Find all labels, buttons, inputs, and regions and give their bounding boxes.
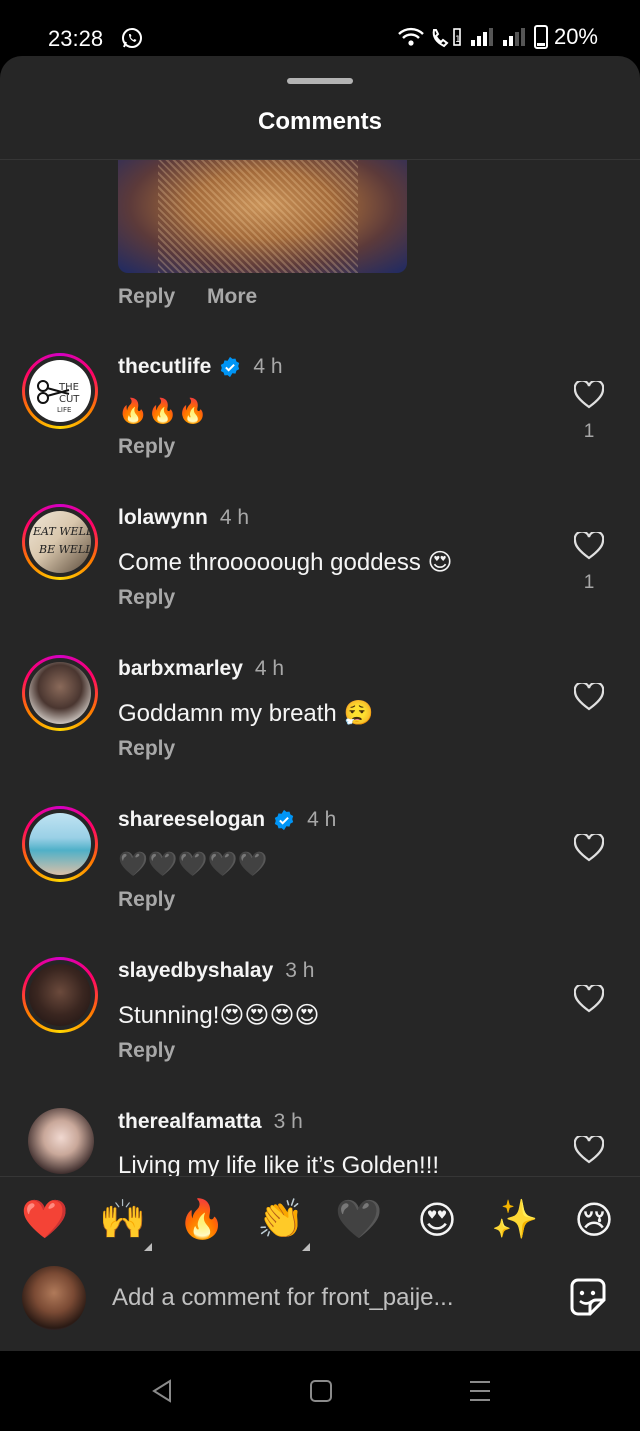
emoji-raising-hands[interactable]: 🙌	[98, 1195, 152, 1251]
comment-username[interactable]: therealfamatta	[118, 1110, 262, 1134]
system-nav-bar	[0, 1351, 640, 1431]
comment-time: 4 h	[254, 657, 285, 680]
emoji-black-heart[interactable]: 🖤	[334, 1195, 384, 1245]
divider	[0, 1176, 640, 1177]
comment-username[interactable]: slayedbyshalay	[118, 959, 273, 983]
avatar[interactable]: EAT WELL BE WELL	[22, 504, 98, 580]
like-count: 1	[583, 572, 595, 593]
recents-icon[interactable]	[466, 1377, 494, 1405]
heart-icon[interactable]	[574, 381, 604, 409]
comments-sheet: Comments Reply More THE CUT LIFE thecutl…	[0, 56, 640, 1351]
avatar[interactable]	[28, 1108, 94, 1174]
comment-item: barbxmarley 4 h Goddamn my breath 😮‍💨 Re…	[0, 655, 640, 806]
sheet-title: Comments	[257, 108, 383, 135]
status-time: 23:28	[48, 26, 104, 51]
heart-icon[interactable]	[574, 683, 604, 711]
heart-icon[interactable]	[574, 1136, 604, 1164]
comment-text: Stunning!😍😍😍😍	[118, 1002, 320, 1029]
home-icon[interactable]	[307, 1377, 335, 1405]
wifi-calling-icon: 1	[432, 28, 461, 48]
verified-badge-icon	[274, 809, 294, 831]
svg-text:THE: THE	[58, 382, 79, 393]
emoji-quick-bar: ❤️ 🙌 🔥 👏 🖤 😍 ✨ 😢	[0, 1191, 640, 1251]
comment-username[interactable]: barbxmarley	[118, 657, 243, 681]
reply-button[interactable]: Reply	[118, 888, 175, 912]
comment-item: EAT WELL BE WELL lolawynn 4 h Come throo…	[0, 504, 640, 655]
back-icon[interactable]	[148, 1377, 176, 1405]
comment-text: Come throoooough goddess 😍	[118, 549, 453, 576]
comment-username[interactable]: thecutlife	[118, 355, 211, 379]
reply-button[interactable]: Reply	[118, 586, 175, 610]
wifi-icon	[398, 27, 424, 46]
comment-username[interactable]: lolawynn	[118, 506, 208, 530]
sticker-icon[interactable]	[566, 1276, 610, 1320]
emoji-heart-eyes[interactable]: 😍	[412, 1195, 462, 1245]
svg-text:LIFE: LIFE	[57, 406, 71, 414]
drag-handle[interactable]	[287, 78, 353, 84]
comments-list[interactable]: Reply More THE CUT LIFE thecutlife 4 h 🔥…	[0, 160, 640, 1176]
emoji-heart[interactable]: ❤️	[20, 1195, 70, 1245]
comment-input[interactable]: Add a comment for front_paije...	[112, 1284, 454, 1312]
comment-item: therealfamatta 3 h Living my life like i…	[0, 1108, 640, 1176]
comment-time: 4 h	[307, 808, 337, 831]
emoji-clapping[interactable]: 👏	[256, 1195, 310, 1251]
status-bar: 23:28 1 20%	[0, 0, 640, 64]
comment-time: 4 h	[253, 355, 283, 378]
comment-text: 🖤🖤🖤🖤🖤	[118, 851, 268, 878]
previous-comment-actions: Reply More	[118, 285, 283, 309]
comment-time: 3 h	[285, 959, 315, 982]
heart-icon[interactable]	[574, 985, 604, 1013]
more-button[interactable]: More	[207, 285, 257, 308]
svg-text:EAT WELL: EAT WELL	[32, 525, 91, 538]
like-count: 1	[583, 421, 595, 442]
current-user-avatar	[22, 1266, 86, 1330]
emoji-raising-hands-glyph: 🙌	[99, 1199, 147, 1241]
comment-composer: Add a comment for front_paije...	[0, 1262, 640, 1338]
svg-text:CUT: CUT	[59, 394, 80, 405]
emoji-crying[interactable]: 😢	[569, 1195, 619, 1245]
reply-button[interactable]: Reply	[118, 285, 175, 308]
eat-well-sign-icon: EAT WELL BE WELL	[32, 525, 91, 556]
reply-button[interactable]: Reply	[118, 435, 175, 459]
verified-badge-icon	[221, 356, 240, 378]
reply-button[interactable]: Reply	[118, 737, 175, 761]
status-icons: 1 20%	[398, 24, 598, 50]
svg-text:BE WELL: BE WELL	[38, 543, 91, 556]
battery-icon	[533, 25, 548, 49]
avatar[interactable]	[22, 806, 98, 882]
emoji-fire[interactable]: 🔥	[177, 1195, 227, 1245]
comment-item: slayedbyshalay 3 h Stunning!😍😍😍😍 Reply	[0, 957, 640, 1108]
comment-text: Goddamn my breath 😮‍💨	[118, 700, 374, 727]
comment-username[interactable]: shareeselogan	[118, 808, 265, 832]
comment-time: 3 h	[273, 1110, 303, 1133]
signal-icon-2	[502, 28, 525, 46]
heart-icon[interactable]	[574, 834, 604, 862]
comment-time: 4 h	[219, 506, 250, 529]
comment-text: Living my life like it’s Golden!!!	[118, 1152, 440, 1176]
emoji-clapping-glyph: 👏	[257, 1199, 305, 1241]
reply-button[interactable]: Reply	[118, 1039, 175, 1063]
comment-item: shareeselogan 4 h 🖤🖤🖤🖤🖤 Reply	[0, 806, 640, 957]
avatar[interactable]	[22, 957, 98, 1033]
emoji-sparkles[interactable]: ✨	[490, 1195, 540, 1245]
svg-text:1: 1	[455, 35, 461, 45]
scissors-logo-icon: THE CUT LIFE	[37, 380, 80, 414]
gif-attachment[interactable]	[118, 160, 407, 273]
avatar[interactable]	[22, 655, 98, 731]
battery-level: 20%	[553, 24, 598, 49]
heart-icon[interactable]	[574, 532, 604, 560]
whatsapp-icon	[121, 27, 143, 54]
avatar[interactable]: THE CUT LIFE	[22, 353, 98, 429]
comment-text: 🔥🔥🔥	[118, 398, 208, 425]
signal-icon	[470, 28, 493, 46]
comment-item: THE CUT LIFE thecutlife 4 h 🔥🔥🔥 Reply 1	[0, 353, 640, 504]
